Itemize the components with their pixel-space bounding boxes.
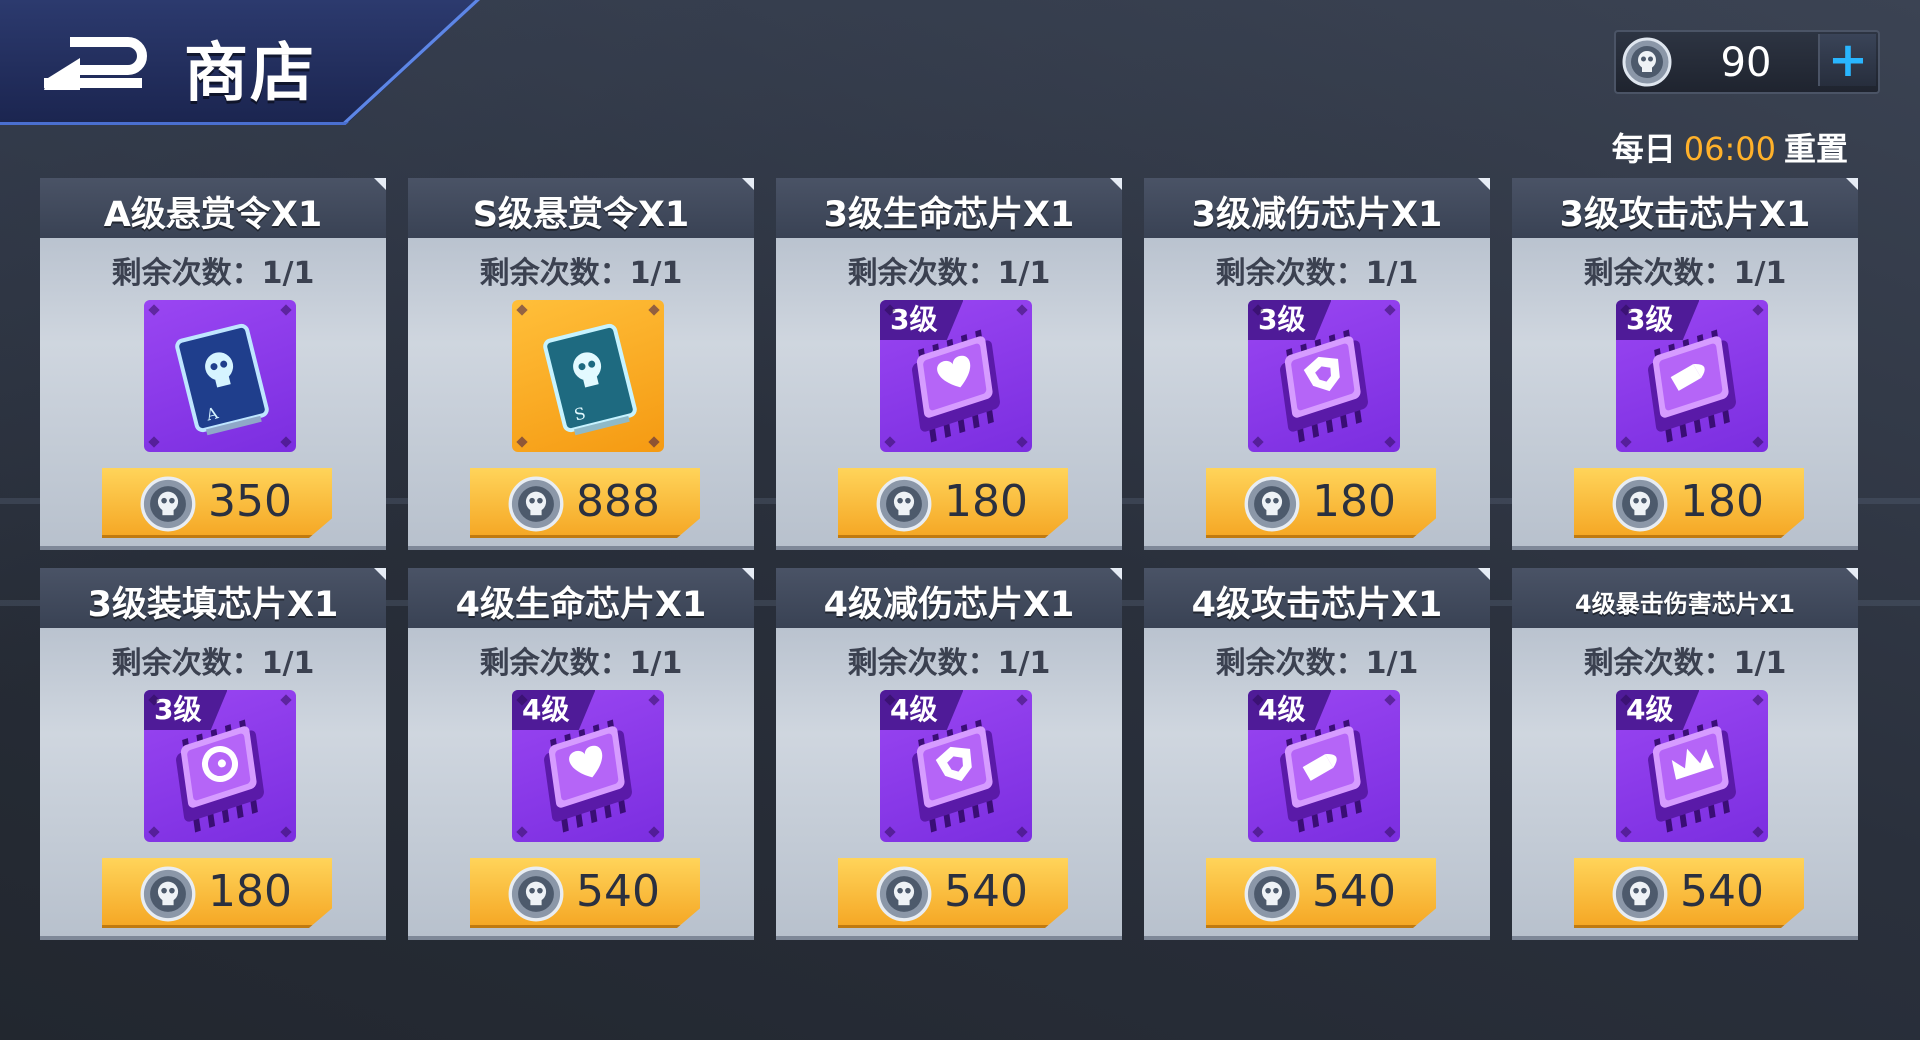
skull-coin-icon: [140, 866, 196, 922]
skull-coin-icon: [876, 476, 932, 532]
item-name: 4级攻击芯片X1: [1191, 585, 1443, 625]
remaining-count: 剩余次数：1/1: [1583, 256, 1787, 291]
shop-item-card[interactable]: 3级攻击芯片X1 剩余次数：1/1 3级 180: [1512, 178, 1858, 550]
skull-coin-icon: [1244, 866, 1300, 922]
remaining-count: 剩余次数：1/1: [847, 646, 1051, 681]
plus-icon: +: [1827, 32, 1869, 88]
heart-chip-icon: [512, 719, 664, 842]
item-image: 4级: [880, 690, 1032, 842]
item-image: 3级: [1616, 300, 1768, 452]
item-price: 540: [1680, 866, 1764, 917]
remaining-count: 剩余次数：1/1: [111, 256, 315, 291]
item-name: A级悬赏令X1: [103, 195, 323, 235]
card-corner: [1846, 568, 1858, 580]
item-name: 3级攻击芯片X1: [1559, 195, 1811, 235]
remaining-count: 剩余次数：1/1: [479, 646, 683, 681]
buy-button[interactable]: 180: [1206, 468, 1436, 538]
buy-button[interactable]: 180: [102, 858, 332, 928]
reset-time: 06:00: [1683, 130, 1776, 168]
item-name: 3级生命芯片X1: [823, 195, 1075, 235]
buy-button[interactable]: 180: [1574, 468, 1804, 538]
shield-chip-icon: [1248, 329, 1400, 452]
skull-coin-icon: [508, 866, 564, 922]
item-image: 3级: [144, 690, 296, 842]
buy-button[interactable]: 540: [470, 858, 700, 928]
bullet-chip-icon: [1248, 719, 1400, 842]
reset-suffix: 重置: [1783, 130, 1848, 168]
buy-button[interactable]: 888: [470, 468, 700, 538]
shop-item-card[interactable]: A级悬赏令X1 剩余次数：1/1 A 350: [40, 178, 386, 550]
bounty-card-a-icon: A: [144, 323, 296, 452]
page-title: 商店: [184, 37, 316, 111]
back-button[interactable]: [40, 34, 150, 90]
currency-amount: 90: [1720, 40, 1772, 86]
shop-item-card[interactable]: 4级生命芯片X1 剩余次数：1/1 4级 540: [408, 568, 754, 940]
item-price: 540: [576, 866, 660, 917]
remaining-count: 剩余次数：1/1: [111, 646, 315, 681]
item-name: S级悬赏令X1: [472, 195, 690, 235]
remaining-count: 剩余次数：1/1: [1583, 646, 1787, 681]
buy-button[interactable]: 180: [838, 468, 1068, 538]
remaining-count: 剩余次数：1/1: [847, 256, 1051, 291]
item-price: 180: [1680, 476, 1764, 527]
item-image: 3级: [880, 300, 1032, 452]
shop-item-card[interactable]: 3级生命芯片X1 剩余次数：1/1 3级 180: [776, 178, 1122, 550]
shop-item-card[interactable]: 4级减伤芯片X1 剩余次数：1/1 4级 540: [776, 568, 1122, 940]
crown-chip-icon: [1616, 719, 1768, 842]
item-name: 4级减伤芯片X1: [823, 585, 1075, 625]
item-image: A: [144, 300, 296, 452]
reload-chip-icon: [144, 719, 296, 842]
item-name: 3级装填芯片X1: [87, 585, 339, 625]
add-currency-button[interactable]: +: [1818, 34, 1876, 86]
skull-coin-icon: [508, 476, 564, 532]
buy-button[interactable]: 540: [1574, 858, 1804, 928]
buy-button[interactable]: 540: [838, 858, 1068, 928]
skull-coin-icon: [876, 866, 932, 922]
shop-item-card[interactable]: 4级暴击伤害芯片X1 剩余次数：1/1 4级 540: [1512, 568, 1858, 940]
skull-coin-icon: [1612, 866, 1668, 922]
item-name: 3级减伤芯片X1: [1191, 195, 1443, 235]
skull-coin-icon: [1244, 476, 1300, 532]
item-price: 180: [208, 866, 292, 917]
item-image: 3级: [1248, 300, 1400, 452]
skull-coin-icon: [1622, 37, 1672, 87]
skull-coin-icon: [140, 476, 196, 532]
buy-button[interactable]: 540: [1206, 858, 1436, 928]
reset-prefix: 每日: [1611, 130, 1676, 168]
bounty-card-s-icon: S: [512, 323, 664, 452]
shop-item-card[interactable]: 3级减伤芯片X1 剩余次数：1/1 3级 180: [1144, 178, 1490, 550]
item-name: 4级生命芯片X1: [455, 585, 707, 625]
shop-item-card[interactable]: 4级攻击芯片X1 剩余次数：1/1 4级 540: [1144, 568, 1490, 940]
header: 商店: [0, 0, 480, 125]
shop-item-card[interactable]: 3级装填芯片X1 剩余次数：1/1 3级 180: [40, 568, 386, 940]
remaining-count: 剩余次数：1/1: [479, 256, 683, 291]
item-name: 4级暴击伤害芯片X1: [1575, 590, 1795, 618]
back-arrow-icon: [44, 37, 147, 90]
shield-chip-icon: [880, 719, 1032, 842]
heart-chip-icon: [880, 329, 1032, 452]
remaining-count: 剩余次数：1/1: [1215, 646, 1419, 681]
item-price: 888: [576, 476, 660, 527]
currency-display: 90 +: [1614, 30, 1880, 94]
item-price: 350: [208, 476, 292, 527]
item-image: 4级: [1248, 690, 1400, 842]
item-price: 540: [944, 866, 1028, 917]
buy-button[interactable]: 350: [102, 468, 332, 538]
item-image: 4级: [1616, 690, 1768, 842]
item-price: 180: [944, 476, 1028, 527]
bullet-chip-icon: [1616, 329, 1768, 452]
item-image: S: [512, 300, 664, 452]
skull-coin-icon: [1612, 476, 1668, 532]
item-price: 180: [1312, 476, 1396, 527]
shop-item-card[interactable]: S级悬赏令X1 剩余次数：1/1 S 888: [408, 178, 754, 550]
remaining-count: 剩余次数：1/1: [1215, 256, 1419, 291]
daily-reset-info: 每日 06:00 重置: [1578, 124, 1848, 170]
item-price: 540: [1312, 866, 1396, 917]
item-image: 4级: [512, 690, 664, 842]
